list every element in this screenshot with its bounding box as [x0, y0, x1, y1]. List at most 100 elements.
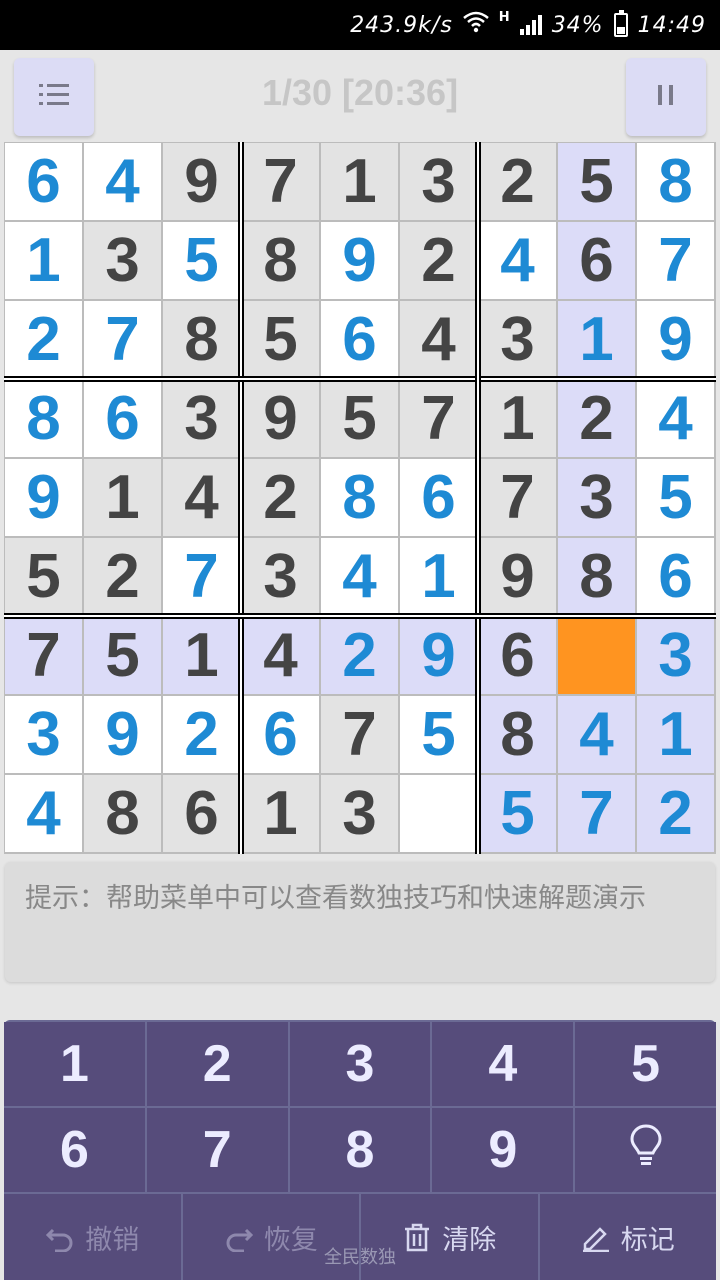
board-cell[interactable]: 1	[479, 380, 556, 457]
board-cell[interactable]: 9	[400, 617, 477, 694]
board-cell[interactable]: 1	[321, 143, 398, 220]
board-cell[interactable]: 4	[163, 459, 240, 536]
hint-button[interactable]	[575, 1108, 716, 1192]
board-cell[interactable]: 3	[84, 222, 161, 299]
board-cell[interactable]: 6	[242, 696, 319, 773]
digit-key-2[interactable]: 2	[146, 1022, 288, 1106]
board-cell[interactable]: 9	[84, 696, 161, 773]
board-cell[interactable]: 7	[242, 143, 319, 220]
board-cell[interactable]: 2	[5, 301, 82, 378]
number-keypad: 1 2 3 4 5 6 7 8 9 撤销 恢复 清除 标记	[4, 1020, 716, 1280]
digit-key-4[interactable]: 4	[432, 1022, 574, 1106]
board-cell[interactable]: 7	[163, 538, 240, 615]
board-cell[interactable]: 9	[479, 538, 556, 615]
board-cell[interactable]: 4	[400, 301, 477, 378]
board-cell[interactable]: 2	[84, 538, 161, 615]
board-cell[interactable]	[400, 775, 477, 852]
board-cell[interactable]: 1	[163, 617, 240, 694]
board-cell[interactable]: 5	[321, 380, 398, 457]
battery-icon	[613, 10, 628, 37]
board-cell[interactable]: 5	[84, 617, 161, 694]
board-cell[interactable]: 4	[637, 380, 714, 457]
board-cell[interactable]: 3	[163, 380, 240, 457]
board-cell[interactable]: 8	[163, 301, 240, 378]
board-cell[interactable]: 3	[5, 696, 82, 773]
box-divider-horizontal	[4, 613, 716, 619]
board-cell[interactable]: 2	[163, 696, 240, 773]
board-cell[interactable]: 5	[637, 459, 714, 536]
digit-key-1[interactable]: 1	[4, 1022, 145, 1106]
board-cell[interactable]: 8	[558, 538, 635, 615]
board-cell[interactable]: 5	[400, 696, 477, 773]
board-cell[interactable]: 3	[400, 143, 477, 220]
board-cell[interactable]: 8	[242, 222, 319, 299]
board-cell[interactable]: 1	[400, 538, 477, 615]
board-cell[interactable]: 2	[400, 222, 477, 299]
board-cell[interactable]: 3	[242, 538, 319, 615]
board-cell[interactable]: 1	[637, 696, 714, 773]
board-cell[interactable]: 6	[479, 617, 556, 694]
board-cell[interactable]: 8	[637, 143, 714, 220]
board-cell[interactable]: 2	[479, 143, 556, 220]
selected-cell[interactable]	[558, 617, 635, 694]
board-cell[interactable]: 7	[637, 222, 714, 299]
wifi-icon	[462, 11, 489, 39]
board-cell[interactable]: 4	[242, 617, 319, 694]
digit-key-8[interactable]: 8	[289, 1108, 431, 1192]
digit-key-7[interactable]: 7	[146, 1108, 288, 1192]
board-cell[interactable]: 1	[242, 775, 319, 852]
digit-key-9[interactable]: 9	[432, 1108, 574, 1192]
board-cell[interactable]: 6	[84, 380, 161, 457]
board-cell[interactable]: 9	[242, 380, 319, 457]
board-cell[interactable]: 5	[242, 301, 319, 378]
board-cell[interactable]: 4	[479, 222, 556, 299]
board-cell[interactable]: 7	[321, 696, 398, 773]
board-cell[interactable]: 8	[321, 459, 398, 536]
board-cell[interactable]: 9	[163, 143, 240, 220]
board-cell[interactable]: 3	[321, 775, 398, 852]
board-cell[interactable]: 8	[5, 380, 82, 457]
board-cell[interactable]: 5	[479, 775, 556, 852]
board-cell[interactable]: 4	[321, 538, 398, 615]
board-cell[interactable]: 9	[637, 301, 714, 378]
board-cell[interactable]: 3	[637, 617, 714, 694]
board-cell[interactable]: 2	[637, 775, 714, 852]
board-cell[interactable]: 2	[321, 617, 398, 694]
board-cell[interactable]: 8	[479, 696, 556, 773]
board-cell[interactable]: 9	[321, 222, 398, 299]
board-cell[interactable]: 4	[84, 143, 161, 220]
box-divider-vertical	[475, 142, 481, 854]
board-cell[interactable]: 7	[5, 617, 82, 694]
board-cell[interactable]: 8	[84, 775, 161, 852]
board-cell[interactable]: 7	[84, 301, 161, 378]
digit-key-3[interactable]: 3	[289, 1022, 431, 1106]
board-cell[interactable]: 9	[5, 459, 82, 536]
board-cell[interactable]: 2	[558, 380, 635, 457]
board-cell[interactable]: 3	[479, 301, 556, 378]
board-cell[interactable]: 7	[400, 380, 477, 457]
board-cell[interactable]: 5	[558, 143, 635, 220]
board-cell[interactable]: 6	[637, 538, 714, 615]
pause-button[interactable]	[626, 58, 706, 136]
box-divider-vertical	[238, 142, 244, 854]
hint-panel: 提示：帮助菜单中可以查看数独技巧和快速解题演示	[5, 862, 715, 982]
board-cell[interactable]: 6	[5, 143, 82, 220]
clock: 14:49	[637, 12, 706, 38]
board-cell[interactable]: 6	[321, 301, 398, 378]
board-cell[interactable]: 6	[400, 459, 477, 536]
board-cell[interactable]: 1	[558, 301, 635, 378]
board-cell[interactable]: 6	[558, 222, 635, 299]
board-cell[interactable]: 7	[558, 775, 635, 852]
board-cell[interactable]: 4	[5, 775, 82, 852]
board-cell[interactable]: 7	[479, 459, 556, 536]
board-cell[interactable]: 6	[163, 775, 240, 852]
board-cell[interactable]: 1	[84, 459, 161, 536]
digit-key-6[interactable]: 6	[4, 1108, 145, 1192]
board-cell[interactable]: 2	[242, 459, 319, 536]
board-cell[interactable]: 5	[5, 538, 82, 615]
board-cell[interactable]: 1	[5, 222, 82, 299]
board-cell[interactable]: 3	[558, 459, 635, 536]
digit-key-5[interactable]: 5	[575, 1022, 716, 1106]
board-cell[interactable]: 5	[163, 222, 240, 299]
board-cell[interactable]: 4	[558, 696, 635, 773]
